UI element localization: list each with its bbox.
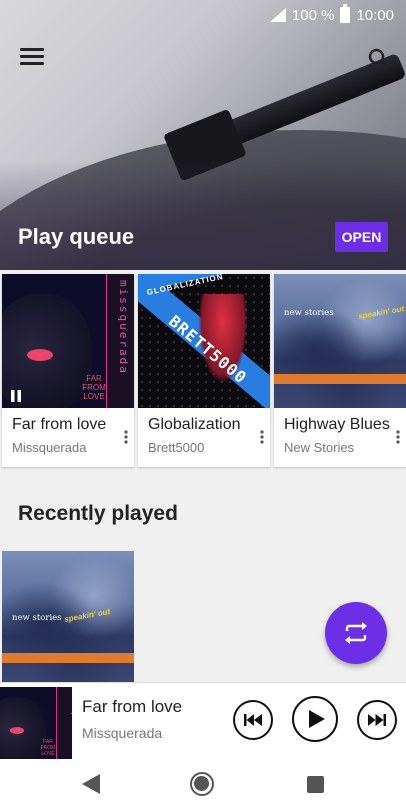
home-icon[interactable]	[190, 772, 214, 796]
battery-icon	[340, 4, 351, 23]
queue-card[interactable]: GLOBALIZATION BRETT5000 Globalization Br…	[138, 274, 270, 467]
now-playing-title: Far from love	[82, 697, 183, 716]
now-playing-artist: Missquerada	[82, 725, 163, 741]
album-art: missquerada FAR FROM LOVE	[2, 274, 134, 408]
signal-icon	[269, 8, 286, 22]
album-art-caption: FAR FROM LOVE	[82, 374, 106, 401]
search-icon[interactable]	[368, 48, 390, 70]
album-art-text: new stories	[12, 613, 62, 623]
open-button[interactable]: OPEN	[335, 222, 388, 252]
skip-next-icon	[368, 714, 386, 726]
track-artist: Missquerada	[12, 440, 87, 455]
more-options-icon[interactable]	[124, 430, 128, 444]
album-art-caption: FAR FROM LOVE	[40, 739, 56, 757]
track-title: Highway Blues	[284, 416, 390, 433]
queue-card[interactable]: new stories speakin' out Highway Blues N…	[274, 274, 406, 467]
more-options-icon[interactable]	[396, 430, 400, 444]
menu-icon[interactable]	[20, 48, 44, 68]
more-options-icon[interactable]	[260, 430, 264, 444]
track-title: Far from love	[12, 416, 107, 433]
system-nav-bar	[0, 760, 406, 812]
track-title: Globalization	[148, 416, 241, 433]
next-button[interactable]	[357, 700, 397, 740]
pause-icon[interactable]	[10, 390, 22, 402]
clock: 10:00	[356, 6, 394, 24]
now-playing-art: missquerada FAR FROM LOVE	[0, 687, 72, 759]
play-button[interactable]	[292, 696, 338, 742]
album-art-text: missquerada	[70, 689, 72, 747]
album-art: GLOBALIZATION BRETT5000	[138, 274, 270, 408]
repeat-shuffle-icon	[345, 622, 367, 644]
track-artist: Brett5000	[148, 440, 205, 455]
play-icon	[308, 710, 325, 728]
play-queue-list: missquerada FAR FROM LOVE Far from love …	[2, 274, 406, 468]
track-artist: New Stories	[284, 440, 355, 455]
previous-button[interactable]	[233, 700, 273, 740]
queue-card[interactable]: missquerada FAR FROM LOVE Far from love …	[2, 274, 134, 467]
album-art-text: missquerada	[117, 280, 130, 375]
recent-album-tile[interactable]: new stories speakin' out	[2, 551, 134, 682]
album-art-text: new stories	[284, 308, 334, 318]
mini-player[interactable]: missquerada FAR FROM LOVE Far from love …	[0, 682, 406, 760]
play-queue-title: Play queue	[18, 224, 135, 249]
status-bar: 100 % 10:00	[0, 0, 406, 30]
repeat-fab[interactable]	[325, 602, 387, 664]
recent-apps-icon[interactable]	[307, 776, 324, 793]
back-icon[interactable]	[82, 774, 100, 794]
recently-played-title: Recently played	[18, 502, 178, 525]
album-art: new stories speakin' out	[274, 274, 406, 408]
skip-previous-icon	[244, 714, 262, 726]
battery-percent: 100 %	[291, 6, 335, 24]
